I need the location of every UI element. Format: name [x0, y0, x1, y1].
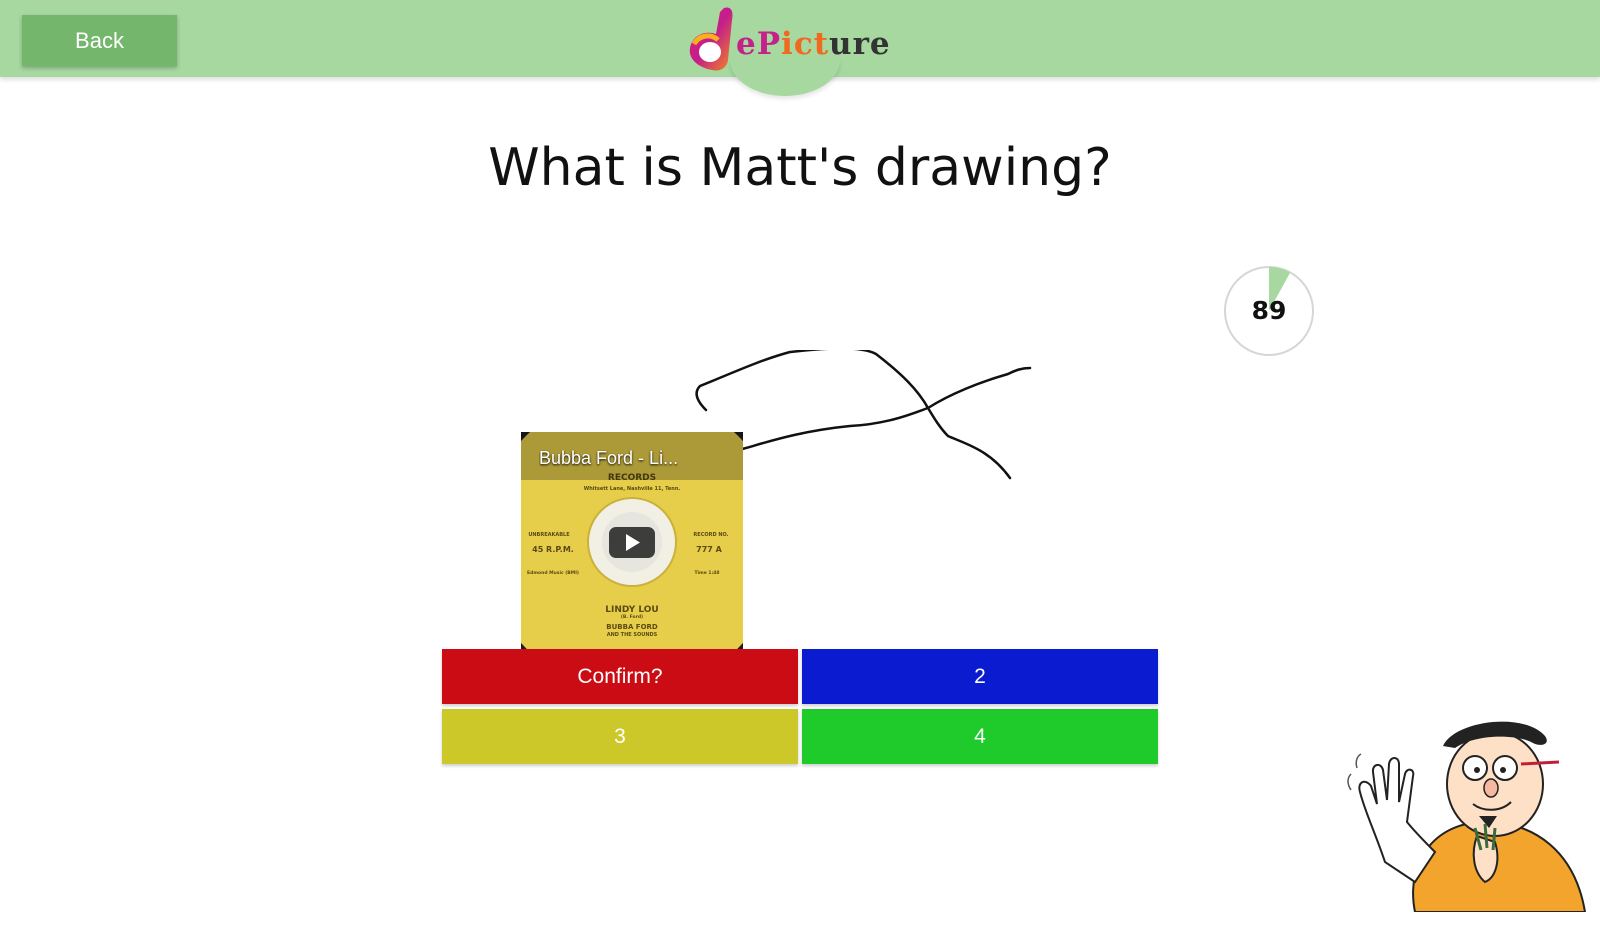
record-publisher: Edmond Music (BMI) [527, 570, 579, 576]
record-number: 777 A [696, 545, 722, 554]
painter-mascot-icon [1347, 721, 1587, 912]
answer-grid: Confirm? 2 3 4 [442, 649, 1158, 767]
answer-button-4[interactable]: 4 [802, 709, 1158, 764]
logo-wordmark: ePicture [736, 26, 891, 62]
record-left-top: UNBREAKABLE [528, 532, 570, 538]
timer-value: 89 [1251, 296, 1287, 325]
video-embed[interactable]: RECORDS Whitsett Lane, Nashville 11, Ten… [521, 432, 743, 654]
answer-button-2[interactable]: 2 [802, 649, 1158, 704]
answer-button-3[interactable]: 3 [442, 709, 798, 764]
question-title: What is Matt's drawing? [488, 138, 1112, 198]
record-song-title: LINDY LOU [605, 605, 658, 615]
record-artist: BUBBA FORD [606, 623, 658, 631]
answer-button-confirm[interactable]: Confirm? [442, 649, 798, 704]
depicture-logo: ePicture [686, 4, 896, 74]
video-title: Bubba Ford - Li... [539, 448, 679, 468]
countdown-timer: 89 [1223, 265, 1315, 357]
record-writer: (B. Ford) [621, 614, 643, 620]
back-button[interactable]: Back [22, 15, 177, 66]
record-number-label: RECORD NO. [693, 532, 728, 538]
record-time: Time 1:48 [694, 570, 719, 576]
record-band: AND THE SOUNDS [607, 632, 658, 638]
record-speed: 45 R.P.M. [532, 545, 574, 554]
record-address-text: Whitsett Lane, Nashville 11, Tenn. [584, 486, 681, 492]
